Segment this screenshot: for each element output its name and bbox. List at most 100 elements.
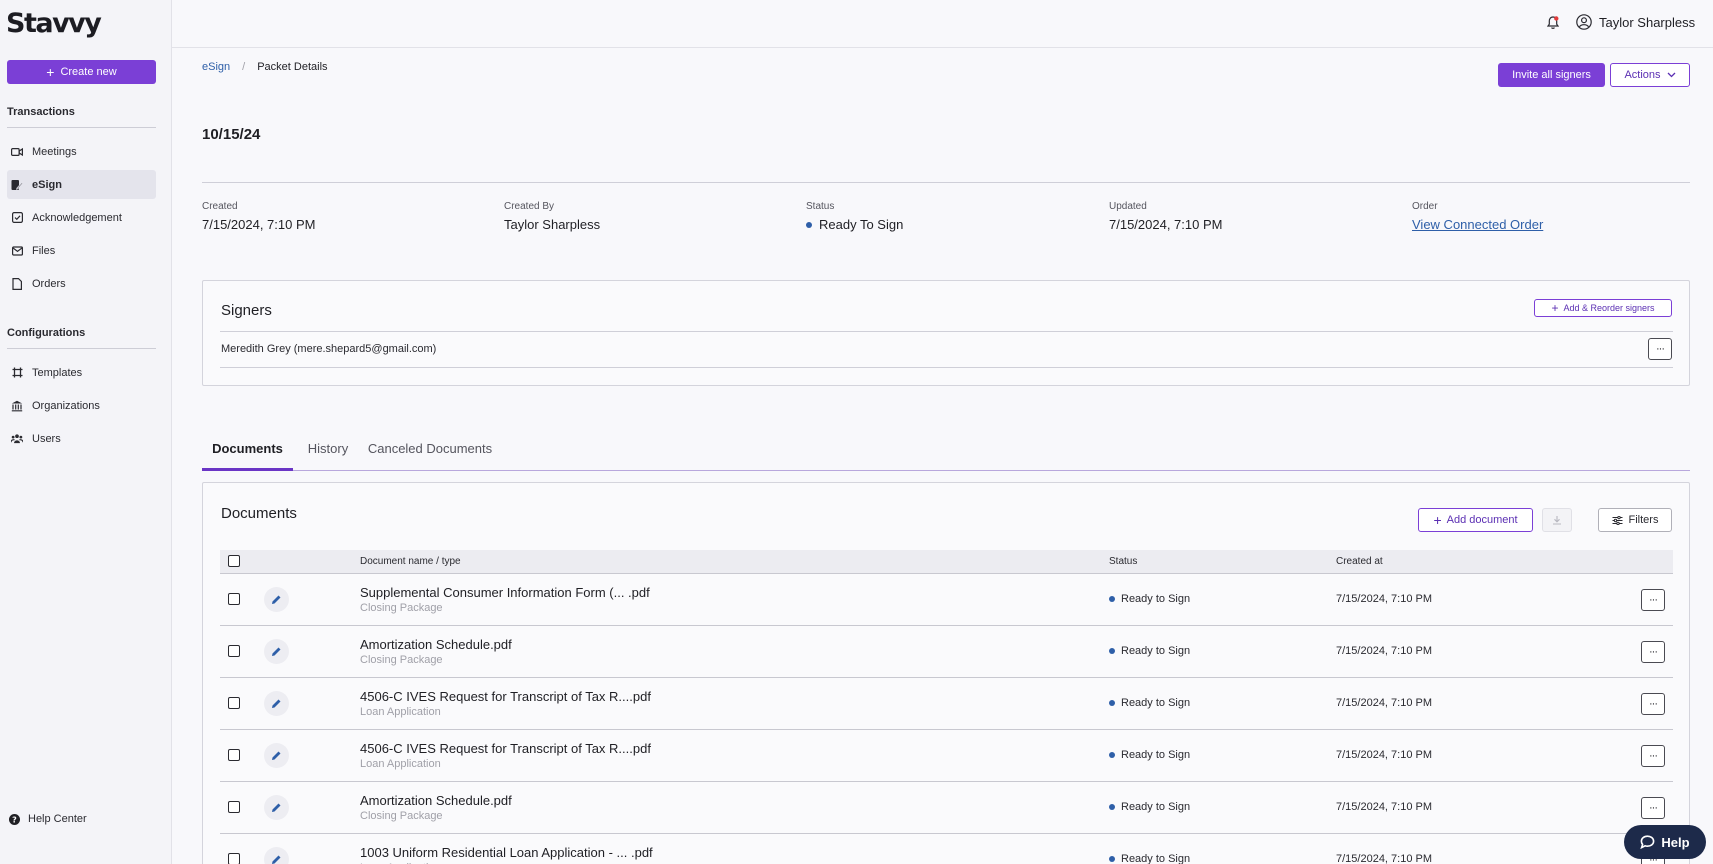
sidebar-item-label: Orders	[32, 277, 66, 290]
view-connected-order-link[interactable]: View Connected Order	[1412, 217, 1543, 232]
plus-icon: +	[46, 63, 55, 80]
document-status: Ready to Sign	[1109, 853, 1190, 864]
document-name: 4506-C IVES Request for Transcript of Ta…	[360, 741, 651, 756]
table-row[interactable]: 4506-C IVES Request for Transcript of Ta…	[220, 731, 1673, 782]
meta-label: Order	[1412, 201, 1438, 212]
row-more-button[interactable]: ···	[1641, 745, 1665, 767]
transactions-heading: Transactions	[7, 106, 156, 128]
table-row[interactable]: 1003 Uniform Residential Loan Applicatio…	[220, 835, 1673, 864]
sidebar-item-templates[interactable]: Templates	[7, 358, 156, 387]
sidebar-item-label: Meetings	[32, 145, 77, 158]
meta-value: Taylor Sharpless	[504, 217, 601, 232]
row-more-button[interactable]: ···	[1641, 693, 1665, 715]
sidebar-item-files[interactable]: Files	[7, 236, 156, 265]
tab-canceled-documents[interactable]: Canceled Documents	[367, 438, 493, 471]
edit-document-button[interactable]	[264, 743, 289, 768]
add-reorder-signers-label: Add & Reorder signers	[1563, 303, 1655, 313]
row-checkbox[interactable]	[228, 749, 240, 761]
create-new-label: Create new	[60, 66, 117, 78]
signer-more-button[interactable]: ···	[1648, 338, 1672, 360]
row-checkbox[interactable]	[228, 645, 240, 657]
row-more-button[interactable]: ···	[1641, 641, 1665, 663]
document-name: Amortization Schedule.pdf	[360, 637, 512, 652]
status-text: Ready to Sign	[1121, 645, 1191, 657]
sidebar-item-label: Organizations	[32, 399, 100, 412]
edit-document-button[interactable]	[264, 795, 289, 820]
meta-created: Created 7/15/2024, 7:10 PM	[202, 201, 315, 232]
sidebar-item-meetings[interactable]: Meetings	[7, 137, 156, 166]
breadcrumb-esign-link[interactable]: eSign	[202, 61, 230, 73]
status-dot	[1109, 804, 1115, 810]
tab-documents[interactable]: Documents	[202, 438, 293, 471]
tab-history[interactable]: History	[302, 438, 354, 471]
document-created: 7/15/2024, 7:10 PM	[1336, 749, 1433, 761]
pencil-icon	[271, 698, 282, 709]
sidebar-item-label: Files	[32, 244, 56, 257]
pencil-icon	[271, 750, 282, 761]
divider	[202, 182, 1690, 183]
meta-value: Ready To Sign	[806, 217, 903, 232]
sidebar-item-esign[interactable]: eSign	[7, 170, 156, 199]
user-menu[interactable]: Taylor Sharpless	[1576, 14, 1695, 30]
pencil-icon	[271, 646, 282, 657]
help-chat-button[interactable]: Help	[1624, 825, 1706, 859]
meta-order: Order View Connected Order	[1412, 201, 1543, 232]
row-checkbox[interactable]	[228, 853, 240, 864]
edit-document-button[interactable]	[264, 847, 289, 864]
edit-document-button[interactable]	[264, 587, 289, 612]
pencil-icon	[271, 802, 282, 813]
filters-button[interactable]: Filters	[1598, 508, 1672, 532]
table-row[interactable]: Supplemental Consumer Information Form (…	[220, 575, 1673, 626]
bell-icon[interactable]	[1547, 16, 1559, 30]
sidebar-item-acknowledgement[interactable]: Acknowledgement	[7, 203, 156, 232]
invite-all-signers-button[interactable]: Invite all signers	[1498, 63, 1605, 87]
sidebar-item-orders[interactable]: Orders	[7, 269, 156, 298]
meta-label: Created By	[504, 201, 555, 212]
create-new-button[interactable]: + Create new	[7, 60, 156, 84]
table-row[interactable]: 4506-C IVES Request for Transcript of Ta…	[220, 679, 1673, 730]
help-center-link[interactable]: ? Help Center	[9, 813, 87, 825]
add-document-button[interactable]: + Add document	[1418, 508, 1533, 532]
status-dot	[1109, 596, 1115, 602]
row-checkbox[interactable]	[228, 801, 240, 813]
help-label: Help	[1661, 834, 1690, 850]
table-row[interactable]: Amortization Schedule.pdf Closing Packag…	[220, 627, 1673, 678]
actions-dropdown-button[interactable]: Actions	[1610, 63, 1690, 87]
document-created: 7/15/2024, 7:10 PM	[1336, 801, 1433, 813]
breadcrumb: eSign / Packet Details	[202, 61, 328, 73]
row-more-button[interactable]: ···	[1641, 589, 1665, 611]
document-created: 7/15/2024, 7:10 PM	[1336, 645, 1433, 657]
table-row[interactable]: Amortization Schedule.pdf Closing Packag…	[220, 783, 1673, 834]
document-name: 1003 Uniform Residential Loan Applicatio…	[360, 845, 653, 860]
document-icon	[11, 277, 23, 290]
status-dot	[1109, 752, 1115, 758]
meta-label: Updated	[1109, 201, 1147, 212]
sidebar-item-users[interactable]: Users	[7, 424, 156, 453]
status-text: Ready to Sign	[1121, 801, 1191, 813]
status-dot	[806, 221, 812, 228]
plus-icon: +	[1433, 512, 1442, 528]
filters-label: Filters	[1628, 514, 1659, 526]
document-status: Ready to Sign	[1109, 801, 1190, 813]
video-icon	[11, 146, 23, 158]
sidebar-item-organizations[interactable]: Organizations	[7, 391, 156, 420]
download-button[interactable]	[1542, 508, 1572, 532]
mail-icon	[11, 245, 23, 257]
sidebar-item-label: Users	[32, 432, 61, 445]
edit-document-button[interactable]	[264, 639, 289, 664]
select-all-checkbox[interactable]	[228, 555, 240, 567]
user-name: Taylor Sharpless	[1599, 14, 1696, 30]
status-text: Ready to Sign	[1121, 593, 1191, 605]
top-bar	[172, 0, 1713, 48]
status-text: Ready to Sign	[1121, 697, 1191, 709]
meta-label: Created	[202, 201, 238, 212]
row-checkbox[interactable]	[228, 593, 240, 605]
document-type: Closing Package	[360, 602, 443, 614]
edit-document-button[interactable]	[264, 691, 289, 716]
pencil-icon	[271, 594, 282, 605]
stavvy-logo[interactable]: Stavvy	[6, 8, 102, 39]
add-reorder-signers-button[interactable]: + Add & Reorder signers	[1534, 299, 1672, 317]
row-more-button[interactable]: ···	[1641, 797, 1665, 819]
breadcrumb-separator: /	[242, 61, 246, 73]
row-checkbox[interactable]	[228, 697, 240, 709]
